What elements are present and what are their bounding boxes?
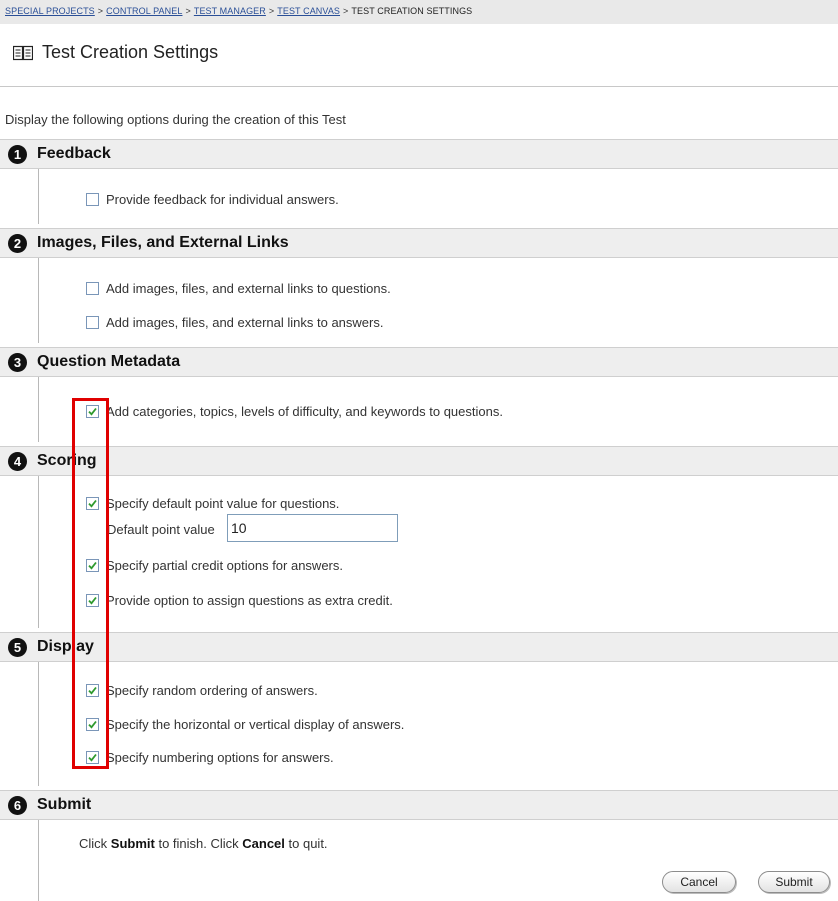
step-number-icon: 1 <box>8 145 27 164</box>
breadcrumb-separator: > <box>268 6 275 16</box>
option-feedback[interactable]: Provide feedback for individual answers. <box>86 190 339 208</box>
option-label: Add images, files, and external links to… <box>106 280 391 296</box>
step-title: Submit <box>37 796 92 813</box>
option-partial-credit[interactable]: Specify partial credit options for answe… <box>86 556 343 574</box>
step-number-icon: 2 <box>8 234 27 253</box>
option-metadata[interactable]: Add categories, topics, levels of diffic… <box>86 402 503 420</box>
option-label: Add images, files, and external links to… <box>106 314 384 330</box>
step-connector <box>38 377 39 442</box>
option-label: Add categories, topics, levels of diffic… <box>106 403 503 419</box>
instruction-text: to finish. Click <box>154 836 243 851</box>
submit-button[interactable]: Submit <box>758 871 830 893</box>
step-header-scoring: 4 Scoring <box>0 446 838 476</box>
step-number-icon: 3 <box>8 353 27 372</box>
breadcrumb-current: TEST CREATION SETTINGS <box>351 6 473 16</box>
title-divider <box>0 86 838 87</box>
default-point-label: Default point value <box>107 522 215 537</box>
step-header-display: 5 Display <box>0 632 838 662</box>
step-title: Images, Files, and External Links <box>37 234 289 251</box>
default-point-input[interactable] <box>227 514 398 542</box>
submit-word: Submit <box>110 836 155 851</box>
option-images-answers[interactable]: Add images, files, and external links to… <box>86 313 383 331</box>
annotation-highlight-box <box>72 398 109 769</box>
step-header-feedback: 1 Feedback <box>0 139 838 169</box>
breadcrumb-test-manager[interactable]: TEST MANAGER <box>194 6 266 16</box>
step-connector <box>38 476 39 628</box>
option-images-questions[interactable]: Add images, files, and external links to… <box>86 279 391 297</box>
option-horizontal-vertical[interactable]: Specify the horizontal or vertical displ… <box>86 715 404 733</box>
option-label: Specify numbering options for answers. <box>106 749 334 765</box>
option-extra-credit[interactable]: Provide option to assign questions as ex… <box>86 591 393 609</box>
option-label: Provide option to assign questions as ex… <box>106 592 393 608</box>
option-numbering[interactable]: Specify numbering options for answers. <box>86 748 334 766</box>
option-label: Specify partial credit options for answe… <box>106 557 343 573</box>
breadcrumb-separator: > <box>185 6 191 16</box>
breadcrumb-test-canvas[interactable]: TEST CANVAS <box>277 6 340 16</box>
breadcrumb: SPECIAL PROJECTS > CONTROL PANEL > TEST MANA… <box>5 6 472 16</box>
instruction-text: to quit. <box>284 836 328 851</box>
cancel-button[interactable]: Cancel <box>662 871 736 893</box>
breadcrumb-special-projects[interactable]: SPECIAL PROJECTS <box>5 6 95 16</box>
option-random-order[interactable]: Specify random ordering of answers. <box>86 681 318 699</box>
open-book-icon <box>12 45 34 61</box>
submit-instructions: Click Submit to finish. Click Cancel to … <box>79 836 328 851</box>
checkbox-images-answers[interactable] <box>86 315 99 329</box>
breadcrumb-separator: > <box>343 6 349 16</box>
instruction-text: Click <box>79 836 111 851</box>
step-header-metadata: 3 Question Metadata <box>0 347 838 377</box>
step-header-submit: 6 Submit <box>0 790 838 820</box>
step-number-icon: 6 <box>8 796 27 815</box>
step-number-icon: 5 <box>8 638 27 657</box>
checkbox-feedback[interactable] <box>86 192 99 206</box>
step-connector <box>38 258 39 343</box>
checkbox-images-questions[interactable] <box>86 281 99 295</box>
step-title: Feedback <box>37 145 111 162</box>
step-connector <box>38 169 39 224</box>
option-default-points[interactable]: Specify default point value for question… <box>86 494 339 512</box>
option-label: Specify random ordering of answers. <box>106 682 318 698</box>
page-title: Test Creation Settings <box>42 42 219 62</box>
option-label: Provide feedback for individual answers. <box>106 191 339 207</box>
intro-text: Display the following options during the… <box>5 112 346 127</box>
step-title: Question Metadata <box>37 353 181 370</box>
step-number-icon: 4 <box>8 452 27 471</box>
step-connector <box>38 820 39 901</box>
step-header-images: 2 Images, Files, and External Links <box>0 228 838 258</box>
breadcrumb-control-panel[interactable]: CONTROL PANEL <box>106 6 182 16</box>
cancel-word: Cancel <box>242 836 285 851</box>
option-label: Specify default point value for question… <box>106 495 340 511</box>
option-label: Specify the horizontal or vertical displ… <box>106 716 405 732</box>
step-connector <box>38 662 39 786</box>
breadcrumb-separator: > <box>97 6 104 16</box>
